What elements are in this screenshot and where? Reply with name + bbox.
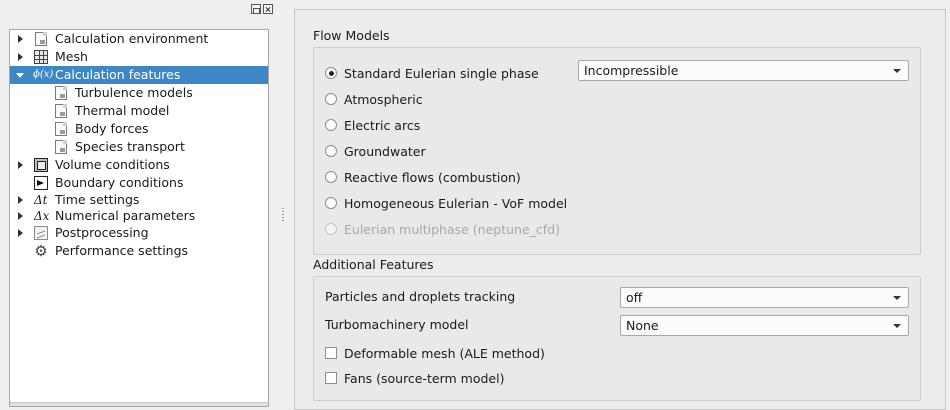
radio-label: Atmospheric bbox=[344, 91, 423, 107]
tree-item-performance-settings[interactable]: ⚙ Performance settings bbox=[10, 242, 268, 260]
tree-item-label: Volume conditions bbox=[55, 157, 170, 172]
tree-item-label: Calculation features bbox=[55, 67, 181, 82]
tree-item-calculation-features[interactable]: ϕ(x) Calculation features bbox=[10, 66, 268, 84]
radio-standard-eulerian[interactable]: Standard Eulerian single phase bbox=[325, 63, 539, 83]
radio-button[interactable] bbox=[325, 145, 337, 157]
volume-cube-icon bbox=[34, 158, 48, 172]
tree-item-volume-conditions[interactable]: Volume conditions bbox=[10, 156, 268, 174]
deformable-mesh-checkbox-row[interactable]: Deformable mesh (ALE method) bbox=[325, 343, 545, 363]
document-icon bbox=[35, 32, 47, 46]
additional-features-title: Additional Features bbox=[313, 257, 434, 272]
tree-item-label: Numerical parameters bbox=[55, 208, 196, 223]
particles-tracking-value: off bbox=[626, 290, 643, 305]
tree-item-label: Body forces bbox=[75, 121, 149, 136]
boundary-arrow-icon bbox=[34, 176, 48, 190]
expand-arrow-icon[interactable] bbox=[18, 196, 23, 204]
tree-item-thermal-model[interactable]: Thermal model bbox=[10, 102, 268, 120]
radio-reactive-flows[interactable]: Reactive flows (combustion) bbox=[325, 167, 521, 187]
radio-label: Electric arcs bbox=[344, 117, 421, 133]
deformable-mesh-checkbox[interactable] bbox=[325, 347, 337, 359]
expand-arrow-icon[interactable] bbox=[18, 35, 23, 43]
float-dock-icon[interactable] bbox=[251, 4, 261, 14]
navigation-tree[interactable]: Calculation environment Mesh ϕ(x) Calcul… bbox=[9, 29, 269, 407]
tree-item-species-transport[interactable]: Species transport bbox=[10, 138, 268, 156]
radio-label: Reactive flows (combustion) bbox=[344, 169, 521, 185]
dock-title-buttons bbox=[251, 4, 273, 14]
phi-formula-icon: ϕ(x) bbox=[33, 69, 54, 80]
particles-tracking-select[interactable]: off bbox=[620, 287, 909, 308]
chevron-down-icon bbox=[893, 69, 901, 73]
tree-item-turbulence-models[interactable]: Turbulence models bbox=[10, 84, 268, 102]
tree-item-label: Turbulence models bbox=[75, 85, 193, 100]
expand-arrow-icon[interactable] bbox=[18, 229, 23, 237]
delta-x-icon: Δx bbox=[34, 209, 50, 223]
horizontal-scrollbar[interactable] bbox=[10, 402, 268, 406]
tree-item-boundary-conditions[interactable]: Boundary conditions bbox=[10, 174, 268, 192]
particles-tracking-label: Particles and droplets tracking bbox=[325, 289, 516, 304]
radio-label: Eulerian multiphase (neptune_cfd) bbox=[344, 221, 560, 237]
collapse-arrow-icon[interactable] bbox=[16, 73, 24, 78]
checkbox-label: Fans (source-term model) bbox=[344, 370, 505, 386]
tree-item-numerical-parameters[interactable]: Δx Numerical parameters bbox=[10, 207, 268, 225]
radio-button[interactable] bbox=[325, 119, 337, 131]
compressibility-select[interactable]: Incompressible bbox=[578, 60, 909, 81]
tree-item-label: Performance settings bbox=[55, 243, 189, 258]
turbomachinery-select[interactable]: None bbox=[620, 315, 909, 336]
tree-item-label: Mesh bbox=[55, 49, 88, 64]
tree-item-label: Postprocessing bbox=[55, 225, 149, 240]
compressibility-value: Incompressible bbox=[584, 63, 679, 78]
document-icon bbox=[55, 140, 67, 154]
radio-homogeneous-eulerian-vof[interactable]: Homogeneous Eulerian - VoF model bbox=[325, 193, 567, 213]
checkbox-label: Deformable mesh (ALE method) bbox=[344, 345, 545, 361]
expand-arrow-icon[interactable] bbox=[18, 212, 23, 220]
radio-button-disabled bbox=[325, 223, 337, 235]
document-icon bbox=[55, 104, 67, 118]
radio-button[interactable] bbox=[325, 197, 337, 209]
chart-icon bbox=[34, 226, 48, 240]
tree-item-mesh[interactable]: Mesh bbox=[10, 48, 268, 66]
tree-item-label: Thermal model bbox=[75, 103, 170, 118]
radio-groundwater[interactable]: Groundwater bbox=[325, 141, 426, 161]
delta-t-icon: Δt bbox=[34, 193, 48, 207]
radio-label: Homogeneous Eulerian - VoF model bbox=[344, 195, 568, 211]
radio-label: Groundwater bbox=[344, 143, 426, 159]
close-dock-icon[interactable] bbox=[263, 4, 273, 14]
expand-arrow-icon[interactable] bbox=[18, 53, 23, 61]
gear-icon: ⚙ bbox=[34, 242, 48, 260]
tree-item-body-forces[interactable]: Body forces bbox=[10, 120, 268, 138]
expand-arrow-icon[interactable] bbox=[18, 161, 23, 169]
tree-item-label: Boundary conditions bbox=[55, 175, 184, 190]
tree-item-calculation-environment[interactable]: Calculation environment bbox=[10, 30, 268, 48]
chevron-down-icon bbox=[893, 296, 901, 300]
radio-eulerian-multiphase: Eulerian multiphase (neptune_cfd) bbox=[325, 219, 560, 239]
tree-item-label: Calculation environment bbox=[55, 31, 209, 46]
tree-item-postprocessing[interactable]: Postprocessing bbox=[10, 224, 268, 242]
chevron-down-icon bbox=[893, 324, 901, 328]
radio-electric-arcs[interactable]: Electric arcs bbox=[325, 115, 420, 135]
radio-atmospheric[interactable]: Atmospheric bbox=[325, 89, 423, 109]
turbomachinery-label: Turbomachinery model bbox=[325, 317, 469, 332]
document-icon bbox=[55, 86, 67, 100]
radio-button[interactable] bbox=[325, 93, 337, 105]
tree-item-label: Species transport bbox=[75, 139, 185, 154]
radio-button[interactable] bbox=[325, 171, 337, 183]
fans-checkbox-row[interactable]: Fans (source-term model) bbox=[325, 368, 504, 388]
flow-models-title: Flow Models bbox=[313, 28, 390, 43]
radio-button-checked[interactable] bbox=[325, 67, 337, 79]
document-icon bbox=[55, 122, 67, 136]
radio-label: Standard Eulerian single phase bbox=[344, 65, 539, 81]
fans-checkbox[interactable] bbox=[325, 372, 337, 384]
mesh-icon bbox=[34, 50, 48, 64]
turbomachinery-value: None bbox=[626, 318, 659, 333]
splitter-handle[interactable] bbox=[282, 208, 284, 222]
